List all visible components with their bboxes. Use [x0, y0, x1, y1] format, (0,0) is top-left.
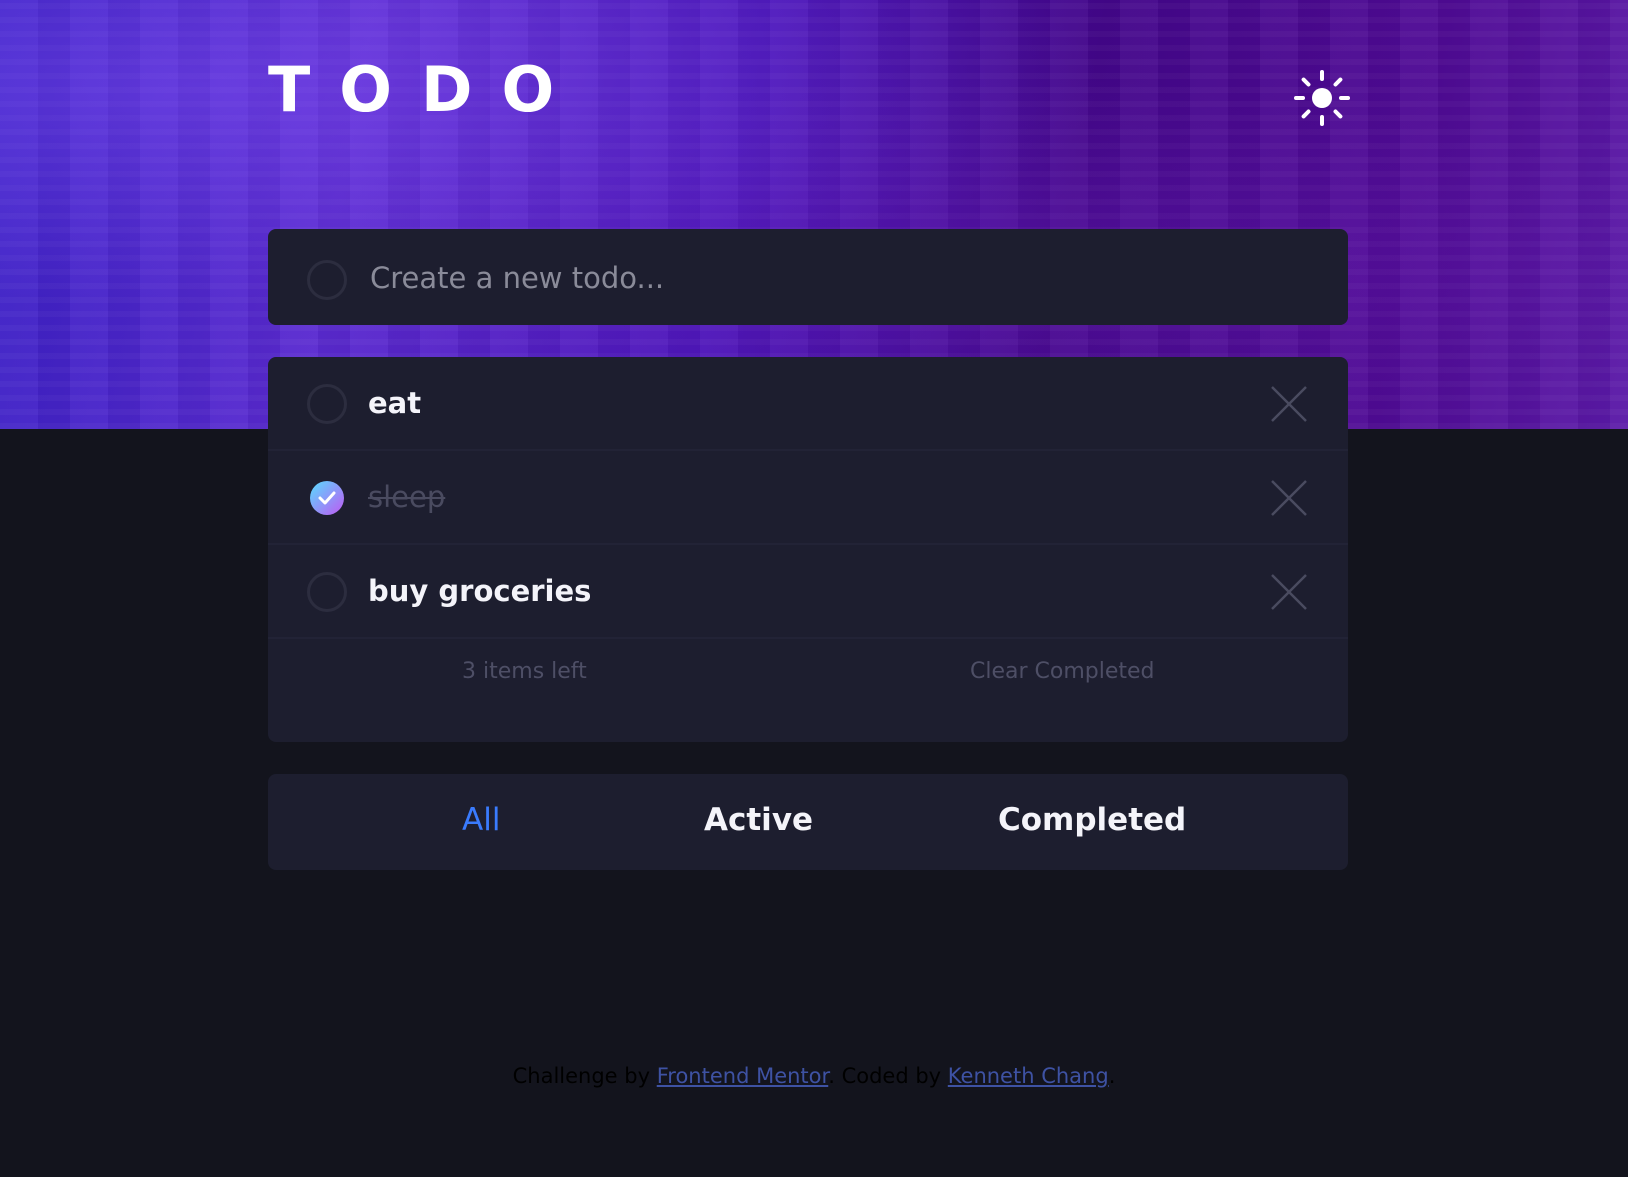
filter-all-button[interactable]: All: [462, 798, 500, 842]
list-footer: 3 items left Clear Completed: [268, 639, 1348, 719]
todo-item: eat: [268, 357, 1348, 451]
attribution-middle: . Coded by: [828, 1064, 942, 1088]
items-left-count: 3 items left: [462, 659, 587, 684]
attribution-prefix: Challenge by: [512, 1064, 651, 1088]
check-icon: [318, 491, 336, 505]
new-todo-card: [268, 229, 1348, 325]
delete-todo-button[interactable]: [1270, 573, 1308, 611]
delete-todo-button[interactable]: [1270, 385, 1308, 423]
filter-active-button[interactable]: Active: [704, 798, 813, 842]
close-icon: [1271, 574, 1307, 610]
todo-text[interactable]: sleep: [368, 475, 445, 519]
sun-icon: [1294, 70, 1350, 126]
todo-item: buy groceries: [268, 545, 1348, 639]
app-title: TODO: [268, 53, 584, 126]
frontend-mentor-link[interactable]: Frontend Mentor: [657, 1064, 829, 1088]
attribution-suffix: .: [1108, 1064, 1116, 1088]
theme-toggle-button[interactable]: [1294, 70, 1350, 126]
todo-checkbox[interactable]: [307, 384, 347, 424]
attribution: Challenge by Frontend Mentor. Coded by K…: [0, 1064, 1628, 1088]
todo-text[interactable]: eat: [368, 381, 421, 425]
todo-text[interactable]: buy groceries: [368, 569, 591, 613]
clear-completed-button[interactable]: Clear Completed: [970, 659, 1155, 684]
todo-checkbox-checked[interactable]: [310, 481, 344, 515]
todo-checkbox[interactable]: [307, 572, 347, 612]
filter-completed-button[interactable]: Completed: [998, 798, 1186, 842]
new-todo-check-circle[interactable]: [307, 260, 347, 300]
filter-bar: All Active Completed: [268, 774, 1348, 870]
author-link[interactable]: Kenneth Chang: [948, 1064, 1109, 1088]
todo-list: eat sleep buy groceries 3 items left Cle…: [268, 357, 1348, 742]
delete-todo-button[interactable]: [1270, 479, 1308, 517]
new-todo-input[interactable]: [368, 251, 1272, 305]
close-icon: [1271, 480, 1307, 516]
close-icon: [1271, 386, 1307, 422]
todo-item: sleep: [268, 451, 1348, 545]
